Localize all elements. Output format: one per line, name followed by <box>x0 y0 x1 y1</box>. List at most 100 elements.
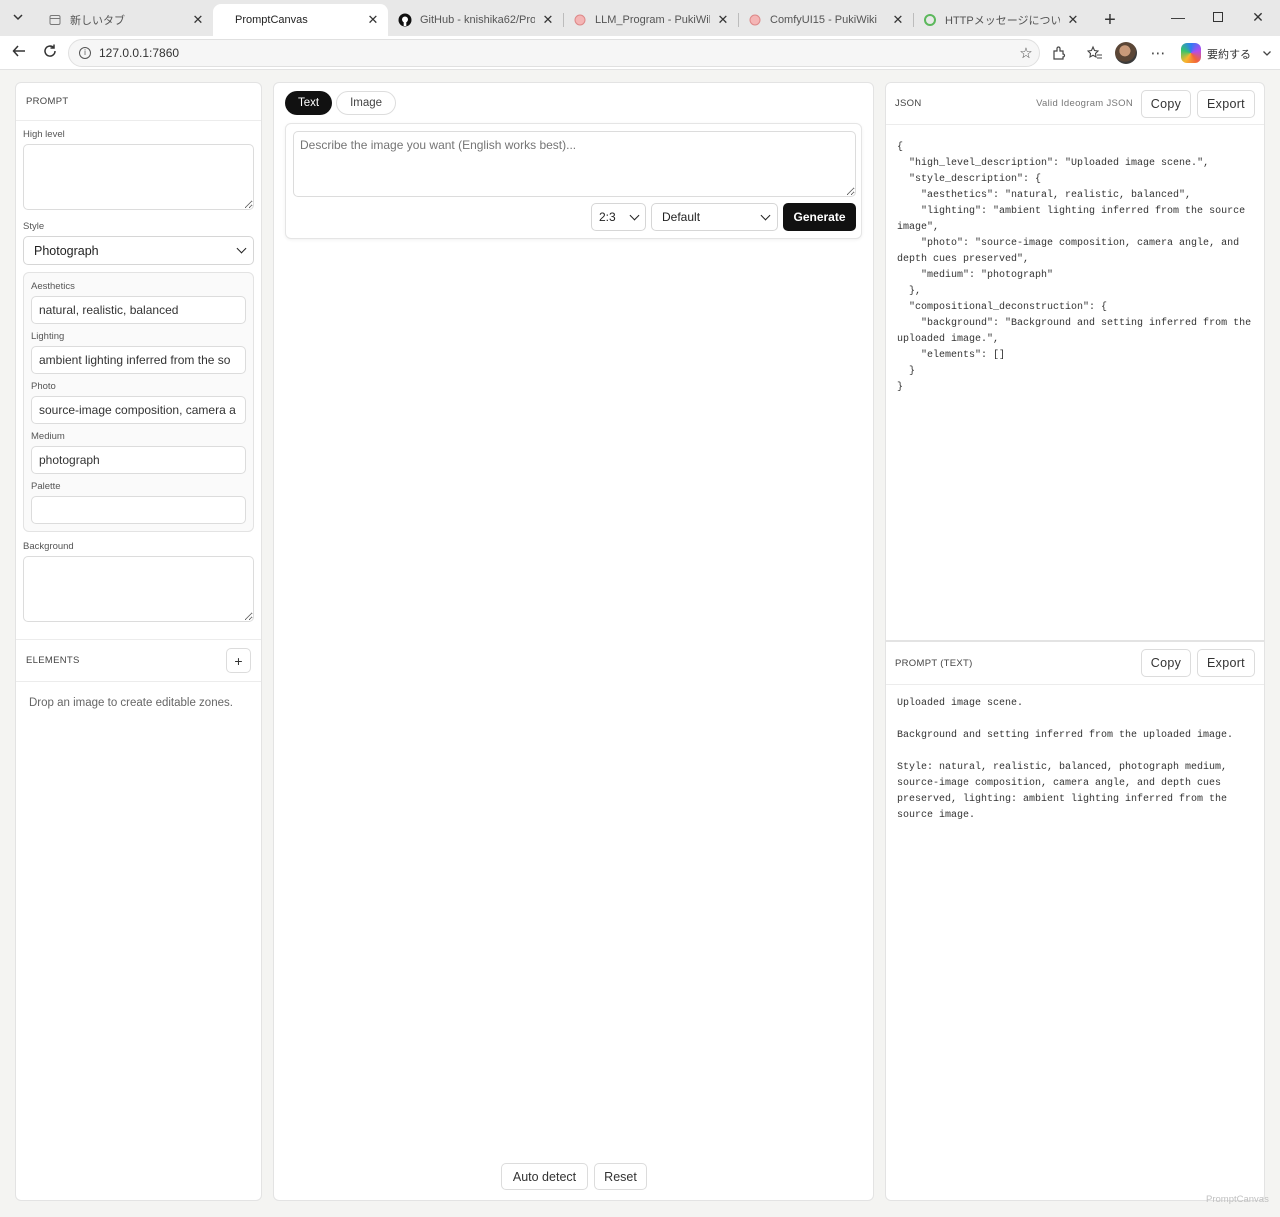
profile-avatar[interactable] <box>1115 42 1137 64</box>
json-copy-button[interactable]: Copy <box>1141 89 1191 118</box>
medium-input[interactable] <box>31 446 246 474</box>
generate-button[interactable]: Generate <box>783 203 856 231</box>
more-options-icon[interactable]: ⋯ <box>1147 42 1169 64</box>
chevron-down-icon <box>760 210 771 220</box>
elements-panel-title: ELEMENTS <box>26 655 80 666</box>
chevron-down-icon <box>629 210 640 220</box>
close-icon[interactable]: ✕ <box>366 13 380 27</box>
favorites-icon[interactable] <box>1084 42 1106 64</box>
style-select-value: Photograph <box>34 243 99 258</box>
high-level-textarea[interactable] <box>23 144 254 210</box>
json-panel: JSON Valid Ideogram JSON Copy Export { "… <box>885 82 1265 641</box>
chevron-down-icon <box>12 11 24 26</box>
background-textarea[interactable] <box>23 556 254 622</box>
description-card: 2:3 Default Generate <box>285 123 862 239</box>
browser-tab-promptcanvas[interactable]: PromptCanvas ✕ <box>213 4 388 36</box>
lighting-input[interactable] <box>31 346 246 374</box>
window-close-button[interactable]: ✕ <box>1238 0 1278 34</box>
copilot-icon[interactable] <box>1181 43 1201 63</box>
json-panel-title: JSON <box>895 98 922 109</box>
style-select[interactable]: Photograph <box>23 236 254 265</box>
new-tab-button[interactable]: + <box>1096 6 1124 34</box>
prompt-text-copy-button[interactable]: Copy <box>1141 649 1191 677</box>
reload-button[interactable] <box>35 38 65 68</box>
style-label: Style <box>23 221 45 232</box>
json-export-button[interactable]: Export <box>1197 89 1255 118</box>
photo-label: Photo <box>31 381 56 392</box>
json-valid-status: Valid Ideogram JSON <box>1036 98 1133 109</box>
close-icon[interactable]: ✕ <box>191 13 205 27</box>
browser-tab-new-tab[interactable]: 新しいタブ ✕ <box>38 4 213 36</box>
prompt-form: High level Style Photograph Aesthetics L… <box>16 121 261 625</box>
favorite-star-icon[interactable]: ☆ <box>1015 42 1037 64</box>
aesthetics-label: Aesthetics <box>31 281 75 292</box>
prompt-text-panel-title: PROMPT (TEXT) <box>895 657 973 669</box>
close-icon: ✕ <box>1252 8 1264 25</box>
add-element-button[interactable]: + <box>226 648 251 673</box>
tab-title: HTTPメッセージについて簡単 <box>945 15 1060 27</box>
json-output[interactable]: { "high_level_description": "Uploaded im… <box>886 125 1264 396</box>
github-icon <box>398 13 412 27</box>
mode-tabs: Text Image <box>285 91 397 115</box>
url-field[interactable]: i 127.0.0.1:7860 <box>68 39 1040 67</box>
arrow-left-icon <box>11 43 27 64</box>
watermark-text: PromptCanvas <box>1206 1194 1269 1205</box>
prompt-text-output[interactable]: Uploaded image scene. Background and set… <box>886 685 1264 824</box>
browser-tab-bar: 新しいタブ ✕ PromptCanvas ✕ GitHub - knishika… <box>0 0 1280 36</box>
maximize-button[interactable] <box>1198 0 1238 34</box>
json-panel-actions: Valid Ideogram JSON Copy Export <box>1036 89 1255 118</box>
left-sidebar: PROMPT High level Style Photograph Aesth… <box>15 82 262 1201</box>
preset-select[interactable]: Default <box>651 203 778 231</box>
tab-title: ComfyUI15 - PukiWiki <box>770 14 877 26</box>
palette-input[interactable] <box>31 496 246 524</box>
back-button[interactable] <box>4 38 34 68</box>
prompt-text-export-button[interactable]: Export <box>1197 649 1255 677</box>
close-icon[interactable]: ✕ <box>1066 13 1080 27</box>
prompt-text-panel: PROMPT (TEXT) Copy Export Uploaded image… <box>885 641 1265 1201</box>
tab-title: LLM_Program - PukiWiki <box>595 14 710 26</box>
browser-tab-comfyui[interactable]: ComfyUI15 - PukiWiki ✕ <box>738 4 913 36</box>
pukiwiki-icon <box>573 13 587 27</box>
tab-title: 新しいタブ <box>70 15 125 27</box>
json-panel-header: JSON Valid Ideogram JSON Copy Export <box>886 83 1264 125</box>
photo-input[interactable] <box>31 396 246 424</box>
chevron-down-icon[interactable] <box>1256 42 1278 64</box>
prompt-panel-header: PROMPT <box>16 83 261 121</box>
site-icon <box>923 13 937 27</box>
tab-text[interactable]: Text <box>285 91 333 115</box>
elements-empty-text: Drop an image to create editable zones. <box>29 697 233 709</box>
browser-tab-http[interactable]: HTTPメッセージについて簡単 ✕ <box>913 4 1088 36</box>
close-icon[interactable]: ✕ <box>541 13 555 27</box>
browser-tab-github[interactable]: GitHub - knishika62/Promp ✕ <box>388 4 563 36</box>
medium-label: Medium <box>31 431 65 442</box>
prompt-text-panel-header: PROMPT (TEXT) Copy Export <box>886 641 1264 685</box>
promptcanvas-app: PROMPT High level Style Photograph Aesth… <box>0 70 1280 1217</box>
close-icon[interactable]: ✕ <box>891 13 905 27</box>
copilot-summarize-label[interactable]: 要約する <box>1207 46 1251 62</box>
minimize-button[interactable]: — <box>1158 0 1198 34</box>
preset-value: Default <box>662 210 701 224</box>
prompt-panel-title: PROMPT <box>26 96 69 107</box>
aesthetics-input[interactable] <box>31 296 246 324</box>
browser-tab-llm-program[interactable]: LLM_Program - PukiWiki ✕ <box>563 4 738 36</box>
palette-label: Palette <box>31 481 61 492</box>
address-bar: i 127.0.0.1:7860 ☆ ⋯ <box>0 36 1280 70</box>
aspect-ratio-value: 2:3 <box>599 210 616 224</box>
aspect-ratio-select[interactable]: 2:3 <box>591 203 646 231</box>
site-info-icon[interactable]: i <box>79 47 91 59</box>
tab-image[interactable]: Image <box>336 91 397 115</box>
plus-icon: + <box>1104 8 1116 31</box>
maximize-icon <box>1213 9 1223 25</box>
reset-button[interactable]: Reset <box>594 1163 647 1190</box>
style-details-group: Aesthetics Lighting Photo Medium Palette <box>23 272 254 532</box>
high-level-label: High level <box>23 129 65 140</box>
pukiwiki-icon <box>748 13 762 27</box>
minimize-icon: — <box>1171 9 1185 25</box>
auto-detect-button[interactable]: Auto detect <box>501 1163 588 1190</box>
prompt-text-actions: Copy Export <box>1141 649 1255 677</box>
close-icon[interactable]: ✕ <box>716 13 730 27</box>
extensions-icon[interactable] <box>1048 42 1070 64</box>
description-textarea[interactable] <box>293 131 856 197</box>
tab-actions-button[interactable] <box>4 4 32 32</box>
new-tab-page-icon <box>48 13 62 27</box>
